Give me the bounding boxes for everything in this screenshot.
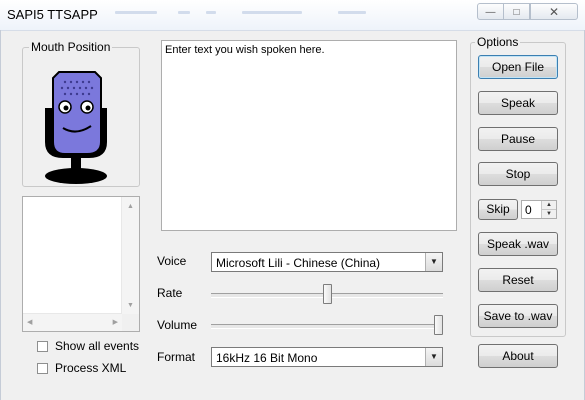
open-file-button[interactable]: Open File [478,55,558,79]
format-label: Format [157,350,196,364]
events-list-vertical-scrollbar[interactable]: ▲ ▼ [121,197,139,314]
title-bar-ghost-text [178,11,190,14]
title-bar-ghost-text [338,11,366,14]
spin-up-icon[interactable]: ▲ [542,201,556,210]
show-all-events-box[interactable] [37,341,48,352]
options-title: Options [475,35,521,49]
volume-slider-thumb[interactable] [434,315,443,335]
about-button[interactable]: About [478,344,558,368]
maximize-button[interactable]: □ [503,3,530,20]
skip-count-spinner[interactable]: ▲ ▼ [541,201,556,218]
scroll-right-icon[interactable]: ▶ [113,318,118,326]
skip-count-value[interactable]: 0 [525,203,532,217]
minimize-icon: — [485,7,496,18]
reset-button[interactable]: Reset [478,268,558,292]
scrollbar-corner [122,314,139,331]
skip-count-stepper[interactable]: 0 ▲ ▼ [521,200,557,219]
format-selected-value: 16kHz 16 Bit Mono [216,351,318,365]
chevron-down-icon[interactable]: ▼ [425,253,442,271]
title-bar-ghost-text [206,11,216,14]
scroll-left-icon[interactable]: ◀ [27,318,32,326]
title-bar[interactable]: SAPI5 TTSAPP — □ ✕ [0,0,585,31]
voice-select[interactable]: Microsoft Lili - Chinese (China) ▼ [211,252,443,272]
format-select[interactable]: 16kHz 16 Bit Mono ▼ [211,347,443,367]
title-bar-ghost-text [242,11,302,14]
options-group: Options [470,35,566,337]
process-xml-box[interactable] [37,363,48,374]
show-all-events-label[interactable]: Show all events [55,339,139,353]
volume-slider[interactable] [211,315,443,335]
process-xml-label[interactable]: Process XML [55,361,126,375]
speak-button[interactable]: Speak [478,91,558,115]
rate-label: Rate [157,286,183,300]
close-button[interactable]: ✕ [530,3,578,20]
minimize-button[interactable]: — [477,3,504,20]
events-list-horizontal-scrollbar[interactable]: ◀ ▶ [23,313,122,331]
scroll-down-icon[interactable]: ▼ [127,302,134,309]
title-bar-ghost-text [115,11,157,14]
voice-label: Voice [157,254,187,268]
stop-button[interactable]: Stop [478,162,558,186]
close-icon: ✕ [548,5,560,19]
skip-button[interactable]: Skip [478,199,518,220]
rate-slider-thumb[interactable] [323,284,332,304]
events-list[interactable]: ▲ ▼ ◀ ▶ [22,196,140,332]
mouth-position-group: Mouth Position [22,40,140,187]
volume-label: Volume [157,318,198,332]
talking-microphone-character-icon [45,71,107,184]
chevron-down-icon[interactable]: ▼ [425,348,442,366]
spin-down-icon[interactable]: ▼ [542,210,556,218]
pause-button[interactable]: Pause [478,127,558,151]
speak-wav-button[interactable]: Speak .wav [478,232,558,256]
save-to-wav-button[interactable]: Save to .wav [478,304,558,328]
window-title: SAPI5 TTSAPP [7,7,98,22]
maximize-icon: □ [513,7,520,18]
voice-selected-value: Microsoft Lili - Chinese (China) [216,256,381,270]
rate-slider[interactable] [211,284,443,304]
mouth-position-title: Mouth Position [29,40,113,54]
scroll-up-icon[interactable]: ▲ [127,203,134,210]
speech-text-input[interactable] [161,40,457,231]
